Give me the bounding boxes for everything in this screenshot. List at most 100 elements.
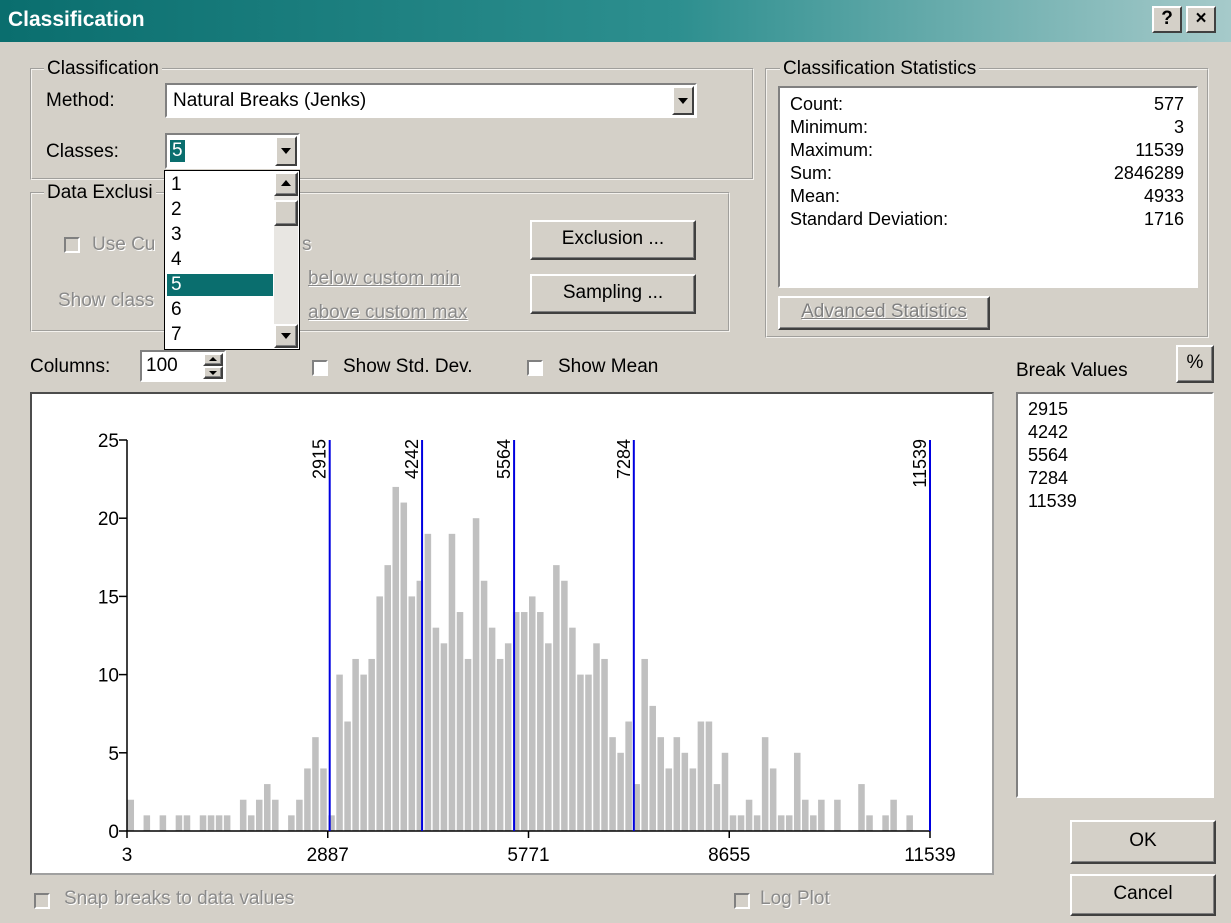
sampling-button[interactable]: Sampling ... (530, 274, 696, 314)
classes-option[interactable]: 1 (167, 174, 273, 196)
break-value-item[interactable]: 4242 (1028, 421, 1208, 444)
below-custom-min-label: below custom min (308, 268, 461, 289)
y-tick-label: 10 (98, 666, 119, 687)
histogram-bar (729, 815, 737, 831)
ok-button[interactable]: OK (1070, 820, 1216, 864)
method-value: Natural Breaks (Jenks) (173, 90, 367, 111)
x-tick-label: 5771 (507, 845, 549, 866)
method-dropdown-button[interactable] (672, 86, 694, 115)
help-button[interactable]: ? (1152, 6, 1182, 33)
histogram-bar (432, 627, 440, 831)
histogram-bar (352, 658, 359, 831)
histogram-bar (392, 486, 400, 831)
stat-label: Sum: (790, 163, 833, 183)
stat-value: 3 (1173, 117, 1184, 137)
snap-breaks-label: Snap breaks to data values (64, 888, 295, 909)
classes-option[interactable]: 2 (167, 199, 273, 221)
stat-value: 1716 (1143, 209, 1184, 229)
histogram-bar (753, 815, 761, 831)
histogram-bar (721, 752, 729, 831)
stat-value: 4933 (1143, 186, 1184, 206)
chevron-up-icon (281, 180, 291, 186)
stat-value: 11539 (1135, 140, 1184, 160)
method-select[interactable]: Natural Breaks (Jenks) (165, 83, 697, 118)
classes-option[interactable]: 7 (167, 324, 273, 346)
columns-label: Columns: (30, 356, 111, 377)
histogram-bar (810, 815, 817, 831)
histogram-bar (448, 533, 456, 831)
x-tick-label: 8655 (708, 845, 750, 866)
stat-sum: Sum: 2846289 (790, 163, 1184, 186)
classes-label: Classes: (46, 141, 119, 162)
classes-select[interactable]: 5 (165, 133, 300, 169)
break-value-item[interactable]: 2915 (1028, 398, 1208, 421)
stat-label: Minimum: (790, 117, 869, 137)
break-value-item[interactable]: 5564 (1028, 444, 1208, 467)
break-value-item[interactable]: 11539 (1028, 490, 1208, 513)
classes-option[interactable]: 4 (167, 249, 273, 271)
histogram-bar (761, 737, 769, 831)
histogram-bar (408, 596, 416, 831)
log-plot-label: Log Plot (760, 888, 830, 909)
classes-option[interactable]: 6 (167, 299, 273, 321)
spin-up-button[interactable] (203, 353, 223, 366)
x-tick-label: 3 (122, 845, 133, 866)
data-exclusion-legend: Data Exclusi (44, 182, 156, 204)
y-tick-label: 25 (98, 431, 119, 452)
histogram-bar (553, 565, 560, 831)
spin-down-button[interactable] (203, 366, 223, 379)
y-tick-label: 5 (108, 744, 119, 765)
break-values-list[interactable]: 2915 4242 5564 7284 11539 (1016, 392, 1214, 798)
y-tick-label: 15 (98, 587, 119, 608)
classes-value: 5 (170, 140, 185, 162)
stat-count: Count: 577 (790, 94, 1184, 117)
histogram-bar (777, 815, 785, 831)
classes-option[interactable]: 3 (167, 224, 273, 246)
histogram-bar (376, 596, 383, 831)
break-value-item[interactable]: 7284 (1028, 467, 1208, 490)
classes-option[interactable]: 5 (167, 274, 273, 296)
close-button[interactable]: × (1186, 6, 1216, 33)
method-label: Method: (46, 90, 115, 111)
histogram-bar (737, 815, 745, 831)
histogram-bar (802, 799, 809, 831)
histogram-bar (617, 752, 624, 831)
columns-spinner[interactable]: 100 (140, 350, 226, 382)
histogram-bar (127, 799, 135, 831)
log-plot-checkbox (734, 893, 750, 909)
chevron-up-icon (209, 357, 217, 361)
histogram-bar (247, 815, 255, 831)
histogram-bar (464, 658, 472, 831)
show-std-dev-checkbox[interactable] (312, 360, 328, 376)
classes-dropdown-list[interactable]: 1 2 3 4 5 6 7 (164, 170, 300, 350)
scroll-down-button[interactable] (274, 324, 298, 348)
classification-legend: Classification (44, 58, 162, 80)
y-tick-label: 0 (108, 822, 119, 843)
above-custom-max-label: above custom max (308, 302, 468, 323)
scroll-thumb[interactable] (274, 200, 298, 226)
break-line-label: 7284 (614, 439, 634, 479)
exclusion-button[interactable]: Exclusion ... (530, 220, 696, 260)
percent-button[interactable]: % (1176, 345, 1214, 383)
scroll-up-button[interactable] (274, 172, 298, 196)
histogram-bar (456, 612, 464, 831)
histogram-panel: 0 5 10 15 20 25 3 2887 5771 8655 11539 2915 4242 5564… (30, 392, 994, 875)
stat-label: Count: (790, 94, 844, 114)
use-custom-suffix: s (302, 234, 312, 255)
advanced-statistics-button[interactable]: Advanced Statistics (778, 296, 990, 330)
histogram-bar (400, 502, 408, 831)
dropdown-scrollbar[interactable] (274, 172, 298, 348)
window-title: Classification (8, 8, 145, 31)
histogram-bar (496, 658, 504, 831)
classes-dropdown-button[interactable] (275, 136, 297, 166)
histogram-bar (336, 674, 343, 831)
histogram-bar (520, 612, 528, 831)
histogram-bar (593, 643, 600, 831)
cancel-button[interactable]: Cancel (1070, 874, 1216, 916)
histogram-bar (649, 705, 656, 831)
histogram-bar (312, 737, 319, 831)
show-mean-checkbox[interactable] (527, 360, 543, 376)
y-tick-label: 20 (98, 509, 119, 530)
snap-breaks-checkbox (34, 893, 50, 909)
histogram-bar (215, 815, 223, 831)
